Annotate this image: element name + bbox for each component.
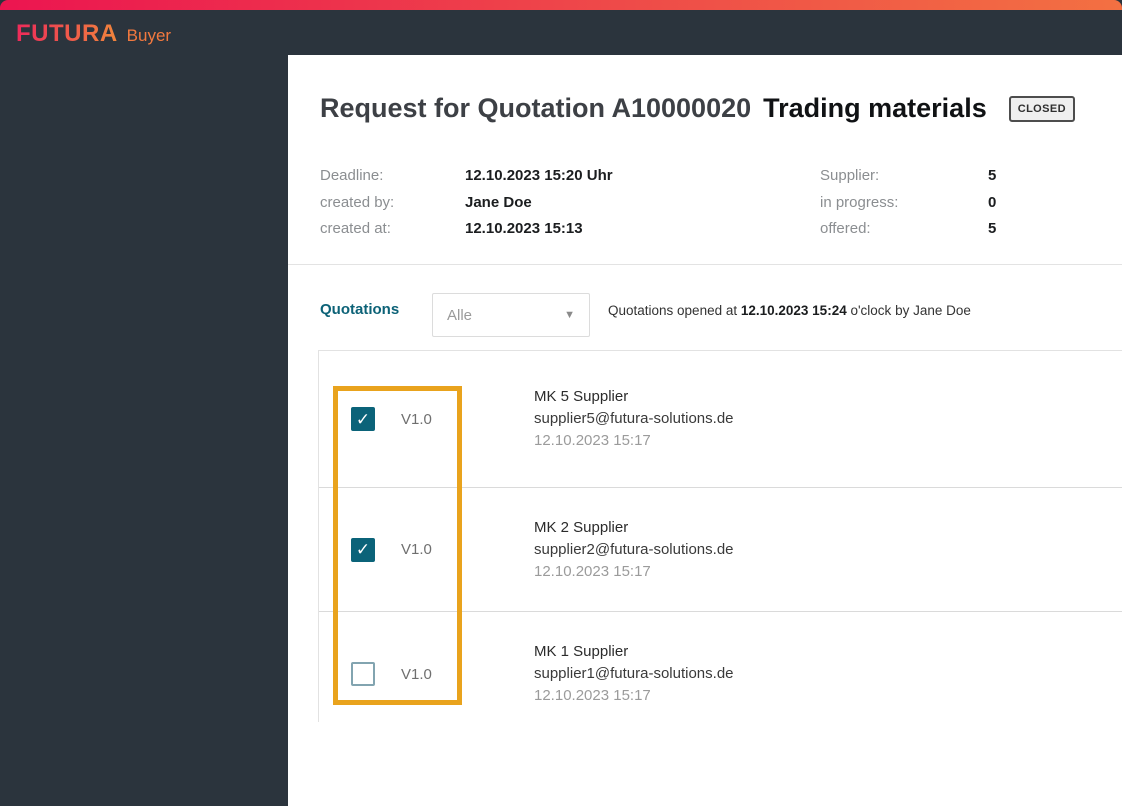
main-content: Request for Quotation A10000020 Trading …	[288, 55, 1122, 806]
row-select-column: ✓ V1.0	[319, 537, 534, 562]
app-logo: FUTURA Buyer	[16, 20, 171, 48]
page-title: Request for Quotation A10000020 Trading …	[320, 93, 1075, 124]
opened-note-prefix: Quotations opened at	[608, 303, 741, 318]
supplier-info: MK 5 Supplier supplier5@futura-solutions…	[534, 386, 734, 452]
detail-label: Deadline:	[320, 166, 384, 184]
detail-label: created at:	[320, 219, 391, 237]
detail-deadline: Deadline: 12.10.2023 15:20 Uhr	[320, 164, 613, 186]
quotation-version: V1.0	[401, 410, 432, 428]
filter-selected-value: Alle	[447, 306, 473, 324]
quotation-row: ✓ V1.0 MK 5 Supplier supplier5@futura-so…	[319, 351, 1122, 488]
detail-created-at: created at: 12.10.2023 15:13	[320, 217, 583, 239]
supplier-info: MK 1 Supplier supplier1@futura-solutions…	[534, 641, 734, 707]
app-window: FUTURA Buyer + Create Dashboard Requests…	[0, 0, 1122, 806]
detail-value: 12.10.2023 15:13	[465, 219, 583, 237]
supplier-name: MK 5 Supplier	[534, 388, 629, 405]
detail-supplier-count: Supplier: 5	[820, 164, 996, 186]
detail-label: in progress:	[820, 193, 899, 211]
quotations-section-label: Quotations	[320, 301, 400, 318]
supplier-email: supplier1@futura-solutions.de	[534, 665, 734, 682]
detail-value: 0	[988, 193, 997, 211]
detail-value: 5	[988, 166, 997, 184]
detail-label: created by:	[320, 193, 395, 211]
row-select-column: V1.0	[319, 662, 534, 686]
status-badge: CLOSED	[1008, 95, 1075, 122]
detail-in-progress-count: in progress: 0	[820, 191, 996, 213]
row-select-column: ✓ V1.0	[319, 407, 534, 431]
supplier-name: MK 1 Supplier	[534, 643, 629, 660]
detail-value: Jane Doe	[465, 193, 532, 211]
logo-suffix-text: Buyer	[126, 26, 172, 45]
quotation-row: ✓ V1.0 MK 2 Supplier supplier2@futura-so…	[319, 488, 1122, 612]
supplier-name: MK 2 Supplier	[534, 518, 629, 536]
quotation-date: 12.10.2023 15:17	[534, 432, 651, 449]
quotation-row: V1.0 MK 1 Supplier supplier1@futura-solu…	[319, 612, 1122, 736]
caret-down-icon: ▼	[564, 309, 575, 321]
logo-brand-text: FUTURA	[16, 20, 118, 47]
checkmark-icon: ✓	[355, 409, 371, 429]
sidebar	[0, 0, 288, 806]
detail-value: 5	[988, 219, 997, 237]
detail-offered-count: offered: 5	[820, 217, 996, 239]
brand-gradient-stripe	[0, 0, 1122, 10]
quotation-date: 12.10.2023 15:17	[534, 562, 651, 580]
supplier-checkbox[interactable]: ✓	[351, 537, 375, 562]
supplier-email: supplier2@futura-solutions.de	[534, 540, 734, 558]
supplier-checkbox[interactable]	[351, 662, 375, 686]
supplier-info: MK 2 Supplier supplier2@futura-solutions…	[534, 517, 734, 583]
opened-note-suffix: o'clock by Jane Doe	[846, 303, 971, 318]
detail-label: Supplier:	[820, 166, 880, 184]
section-divider	[288, 264, 1122, 265]
quotations-opened-note: Quotations opened at 12.10.2023 15:24 o'…	[608, 303, 971, 318]
quotation-version: V1.0	[401, 541, 432, 558]
detail-value: 12.10.2023 15:20 Uhr	[465, 166, 613, 184]
rfq-title-name: Trading materials	[763, 93, 987, 123]
quotation-date: 12.10.2023 15:17	[534, 687, 651, 704]
rfq-title-id: Request for Quotation A10000020	[320, 93, 752, 123]
detail-created-by: created by: Jane Doe	[320, 191, 532, 213]
opened-note-datetime: 12.10.2023 15:24	[740, 303, 847, 318]
checkmark-icon: ✓	[355, 540, 371, 559]
quotation-version: V1.0	[401, 665, 432, 683]
quotations-filter-select[interactable]: Alle ▼	[432, 293, 590, 337]
quotation-list: ✓ V1.0 MK 5 Supplier supplier5@futura-so…	[318, 350, 1122, 722]
supplier-email: supplier5@futura-solutions.de	[534, 410, 734, 427]
detail-label: offered:	[820, 219, 871, 237]
supplier-checkbox[interactable]: ✓	[351, 407, 375, 431]
